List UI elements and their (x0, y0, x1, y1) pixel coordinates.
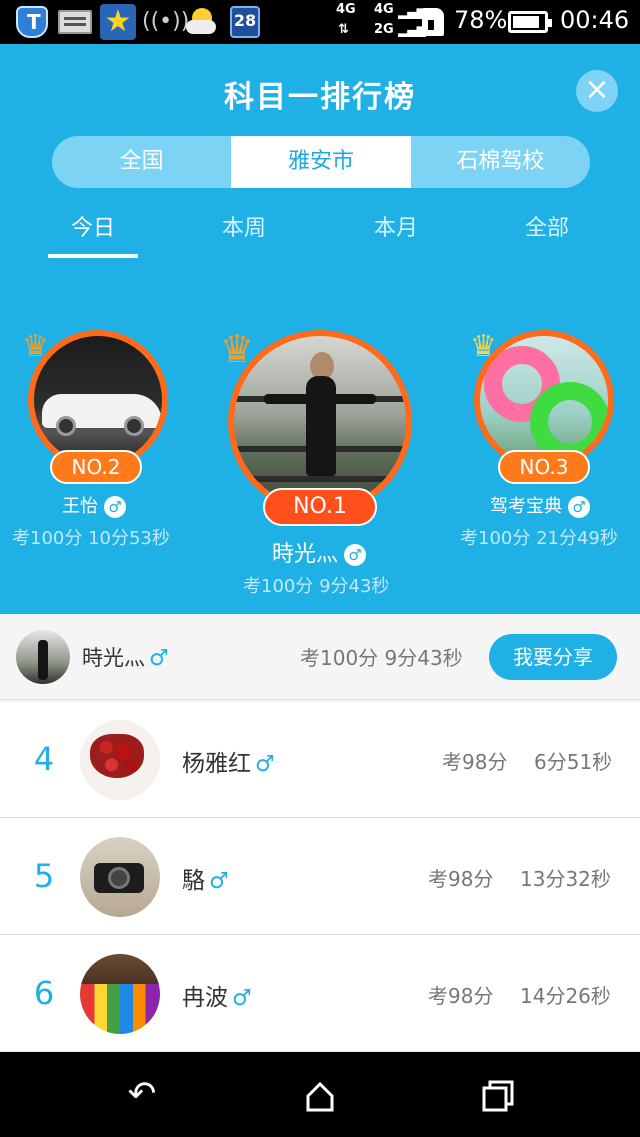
male-icon: ♂ (209, 869, 229, 894)
user-name: 杨雅红 ♂ (182, 744, 275, 778)
male-icon: ♂ (104, 496, 126, 518)
recent-apps-icon (482, 1080, 514, 1112)
duration: 6分51秒 (534, 750, 613, 774)
tab-today[interactable]: 今日 (23, 210, 163, 242)
male-icon: ♂ (568, 496, 590, 518)
male-icon: ♂ (255, 752, 275, 777)
status-bar: ★ ((•)) 28 4G ⇅ 4G 2G ▂▄▆ ▂▄▆ 78% 00:46 (0, 0, 640, 44)
podium-score-1: 考100分 9分43秒 (243, 576, 390, 597)
duration: 13分32秒 (520, 867, 611, 891)
wifi-icon: ((•)) (142, 9, 190, 34)
network-4g-label: 4G (336, 2, 356, 17)
tab-shimian-school[interactable]: 石棉驾校 (411, 136, 590, 188)
list-item[interactable]: 6 冉波 ♂ 考98分 14分26秒 (0, 936, 640, 1052)
rank-number: 4 (33, 740, 55, 778)
network-2g-signal: 2G (374, 22, 394, 37)
podium-name-2: 王怡 ♂ (62, 492, 126, 518)
network-4g-signal: 4G (374, 2, 394, 17)
star-icon: ★ (100, 4, 136, 40)
rank-number: 6 (33, 974, 55, 1012)
podium-name-3: 驾考宝典 ♂ (490, 492, 590, 518)
avatar[interactable] (80, 954, 160, 1034)
list-item[interactable]: 5 駱 ♂ 考98分 13分32秒 (0, 819, 640, 935)
home-button[interactable] (300, 1076, 340, 1116)
back-button[interactable]: ↶ (122, 1076, 162, 1116)
name-text: 杨雅红 (182, 751, 251, 777)
my-rank-row: 時光灬 ♂ 考100分 9分43秒 我要分享 (0, 614, 640, 700)
tab-this-week[interactable]: 本周 (174, 210, 314, 242)
battery-icon (508, 11, 552, 33)
shield-icon (16, 6, 48, 38)
my-score: 考100分 9分43秒 (300, 646, 463, 670)
recent-apps-button[interactable] (478, 1076, 518, 1116)
score: 考98分 (428, 984, 494, 1008)
tab-national[interactable]: 全国 (52, 136, 231, 188)
rank-badge-2: NO.2 (50, 450, 142, 484)
tab-all[interactable]: 全部 (477, 210, 617, 242)
name-text: 王怡 (62, 496, 98, 517)
crown-icon: ♛ (220, 327, 255, 371)
rank-badge-1: NO.1 (263, 488, 377, 526)
avatar[interactable] (80, 837, 160, 917)
my-avatar[interactable] (16, 630, 70, 684)
user-name: 冉波 ♂ (182, 978, 252, 1012)
avatar-second[interactable] (28, 330, 168, 470)
ranking-list: 4 杨雅红 ♂ 考98分 6分51秒 5 駱 ♂ 考98分 13分32秒 6 冉波 ♂… (0, 702, 640, 1052)
male-icon: ♂ (232, 986, 252, 1011)
calendar-day: 28 (233, 11, 257, 30)
data-arrows-icon: ⇅ (338, 22, 349, 37)
user-name: 駱 ♂ (182, 861, 229, 895)
avatar-third[interactable] (474, 330, 614, 470)
weather-icon (184, 6, 220, 38)
name-text: 冉波 (182, 985, 228, 1011)
page-title: 科目一排行榜 (224, 80, 416, 115)
calendar-icon: 28 (230, 6, 260, 38)
rank-badge-3: NO.3 (498, 450, 590, 484)
score: 考98分 (428, 867, 494, 891)
name-text: 時光灬 (272, 542, 339, 567)
list-item[interactable]: 4 杨雅红 ♂ 考98分 6分51秒 (0, 702, 640, 818)
podium-score-2: 考100分 10分53秒 (12, 528, 170, 549)
name-text: 駱 (182, 868, 205, 894)
tab-this-month[interactable]: 本月 (326, 210, 466, 242)
scope-tabs: 全国 雅安市 石棉驾校 (52, 136, 590, 188)
battery-percent: 78% (454, 6, 508, 34)
score: 考98分 (442, 750, 508, 774)
back-icon: ↶ (127, 1074, 157, 1114)
male-icon: ♂ (149, 646, 169, 671)
home-icon (306, 1081, 334, 1112)
name-text: 時光灬 (82, 646, 145, 670)
my-name: 時光灬 ♂ (82, 642, 169, 672)
avatar[interactable] (80, 720, 160, 800)
leaderboard-header: 科目一排行榜 × 全国 雅安市 石棉驾校 今日 本周 本月 全部 ♛ NO.2 … (0, 44, 640, 614)
active-tab-indicator (48, 254, 138, 258)
podium-name-1: 時光灬 ♂ (272, 536, 367, 568)
system-nav-bar: ↶ (0, 1052, 640, 1137)
range-tabs: 今日 本周 本月 全部 (0, 210, 640, 260)
clock: 00:46 (560, 6, 630, 34)
share-button[interactable]: 我要分享 (489, 634, 617, 680)
close-button[interactable]: × (576, 70, 618, 112)
male-icon: ♂ (344, 544, 367, 566)
duration: 14分26秒 (520, 984, 611, 1008)
card-icon (58, 10, 92, 34)
podium-score-3: 考100分 21分49秒 (460, 528, 618, 549)
avatar-first[interactable] (228, 330, 412, 514)
tab-yaan-city[interactable]: 雅安市 (231, 136, 411, 188)
rank-number: 5 (33, 857, 55, 895)
name-text: 驾考宝典 (490, 496, 562, 517)
close-icon: × (584, 72, 610, 107)
sim-icon (422, 8, 444, 36)
